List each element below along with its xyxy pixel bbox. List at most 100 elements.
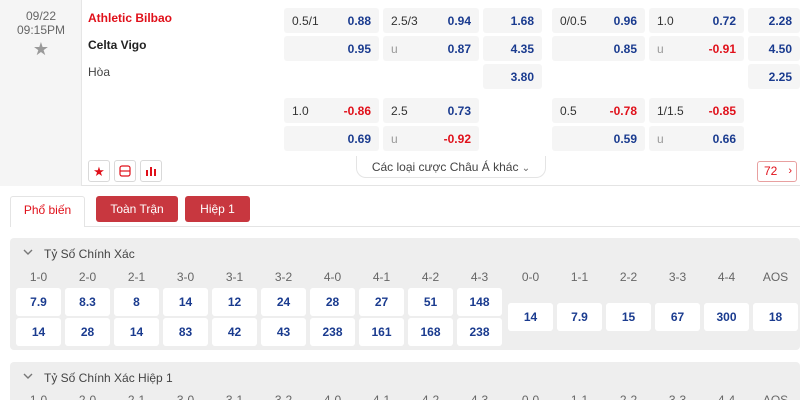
score-label: 3-2 bbox=[274, 393, 293, 400]
ht-handicap-away-cell[interactable]: 0.85 bbox=[552, 36, 645, 61]
odds-value: 2.28 bbox=[768, 14, 792, 28]
ft-handicap2-home-cell[interactable]: 1.0 -0.86 bbox=[284, 98, 379, 123]
score-odds-cell[interactable]: 8.3 bbox=[65, 288, 110, 316]
ht-over2-cell[interactable]: 1/1.5 -0.85 bbox=[649, 98, 744, 123]
ft-1x2-home-cell[interactable]: 1.68 bbox=[483, 8, 542, 33]
score-odds-cell[interactable]: 168 bbox=[408, 318, 453, 346]
score-label: 4-2 bbox=[421, 270, 440, 284]
score-label: 4-3 bbox=[470, 270, 489, 284]
odds-value: -0.78 bbox=[609, 104, 637, 118]
ft-under-cell[interactable]: u 0.87 bbox=[383, 36, 479, 61]
score-odds-cell[interactable]: 7.9 bbox=[557, 303, 602, 331]
ht-under-cell[interactable]: u -0.91 bbox=[649, 36, 744, 61]
score-odds-cell[interactable]: 24 bbox=[261, 288, 306, 316]
ft-1x2-away-cell[interactable]: 4.35 bbox=[483, 36, 542, 61]
score-label: 3-2 bbox=[274, 270, 293, 284]
score-label: 1-0 bbox=[29, 393, 48, 400]
score-label: 3-3 bbox=[668, 270, 687, 284]
score-odds-cell[interactable]: 238 bbox=[310, 318, 355, 346]
section-header[interactable]: Tỷ Số Chính Xác Hiệp 1 bbox=[10, 362, 800, 392]
odds-value: 0.72 bbox=[712, 14, 736, 28]
ft-handicap2-away-cell[interactable]: 0.69 bbox=[284, 126, 379, 151]
odds-value: 0.73 bbox=[447, 104, 471, 118]
odds-value: -0.92 bbox=[443, 132, 471, 146]
ft-1x2-draw-cell[interactable]: 3.80 bbox=[483, 64, 542, 89]
ft-handicap-away-cell[interactable]: 0.95 bbox=[284, 36, 379, 61]
more-asian-bets-toggle[interactable]: Các loại cược Châu Á khác ⌄ bbox=[356, 156, 546, 178]
score-odds-cell[interactable]: 83 bbox=[163, 318, 208, 346]
score-odds-cell[interactable]: 18 bbox=[753, 303, 798, 331]
score-odds-cell[interactable]: 27 bbox=[359, 288, 404, 316]
ht-1x2-home-cell[interactable]: 2.28 bbox=[748, 8, 800, 33]
score-odds-cell[interactable]: 67 bbox=[655, 303, 700, 331]
score-odds-cell[interactable]: 43 bbox=[261, 318, 306, 346]
count-label: 72 bbox=[764, 164, 778, 178]
chevron-down-icon: ⌄ bbox=[521, 163, 531, 174]
tab-popular[interactable]: Phổ biến bbox=[10, 196, 85, 227]
ht-handicap2-away-cell[interactable]: 0.59 bbox=[552, 126, 645, 151]
odds-value: 3.80 bbox=[510, 70, 534, 84]
score-odds-cell[interactable]: 14 bbox=[114, 318, 159, 346]
odds-value: 0.66 bbox=[712, 132, 736, 146]
score-odds-cell[interactable]: 161 bbox=[359, 318, 404, 346]
score-odds-cell[interactable]: 15 bbox=[606, 303, 651, 331]
under-label: u bbox=[391, 132, 398, 146]
ht-handicap2-home-cell[interactable]: 0.5 -0.78 bbox=[552, 98, 645, 123]
score-label: 3-3 bbox=[668, 393, 687, 400]
score-odds-cell[interactable]: 14 bbox=[16, 318, 61, 346]
favorite-star-icon[interactable]: ★ bbox=[32, 40, 50, 58]
favorite-icon-button[interactable]: ★ bbox=[88, 160, 110, 182]
score-label: 2-2 bbox=[619, 270, 638, 284]
home-team: Athletic Bilbao bbox=[88, 11, 173, 25]
score-odds-cell[interactable]: 42 bbox=[212, 318, 257, 346]
section-header[interactable]: Tỷ Số Chính Xác bbox=[10, 238, 800, 268]
odds-value: 1.68 bbox=[510, 14, 534, 28]
score-odds-cell[interactable]: 28 bbox=[310, 288, 355, 316]
score-odds-cell[interactable]: 300 bbox=[704, 303, 749, 331]
tabs-divider bbox=[10, 226, 800, 227]
score-odds-cell[interactable]: 7.9 bbox=[16, 288, 61, 316]
ht-under2-cell[interactable]: u 0.66 bbox=[649, 126, 744, 151]
score-odds-cell[interactable]: 14 bbox=[508, 303, 553, 331]
score-label: 2-0 bbox=[78, 393, 97, 400]
score-odds-cell[interactable]: 8 bbox=[114, 288, 159, 316]
score-label: 2-2 bbox=[619, 393, 638, 400]
ou-line: 1/1.5 bbox=[657, 104, 684, 118]
score-label: 4-4 bbox=[717, 270, 736, 284]
ft-handicap-home-cell[interactable]: 0.5/1 0.88 bbox=[284, 8, 379, 33]
ft-under2-cell[interactable]: u -0.92 bbox=[383, 126, 479, 151]
score-odds-cell[interactable]: 148 bbox=[457, 288, 502, 316]
ht-1x2-draw-cell[interactable]: 2.25 bbox=[748, 64, 800, 89]
score-label: AOS bbox=[762, 270, 789, 284]
ft-over-cell[interactable]: 2.5/3 0.94 bbox=[383, 8, 479, 33]
score-odds-cell[interactable]: 238 bbox=[457, 318, 502, 346]
score-label: 4-4 bbox=[717, 393, 736, 400]
away-team: Celta Vigo bbox=[88, 38, 147, 52]
tracker-icon bbox=[119, 165, 131, 177]
tab-first-half[interactable]: Hiệp 1 bbox=[185, 196, 250, 222]
ou-line: 1.0 bbox=[657, 14, 674, 28]
odds-value: 0.95 bbox=[347, 42, 371, 56]
score-odds-cell[interactable]: 51 bbox=[408, 288, 453, 316]
live-tracker-button[interactable] bbox=[114, 160, 136, 182]
handicap-line: 0/0.5 bbox=[560, 14, 587, 28]
score-odds-cell[interactable]: 14 bbox=[163, 288, 208, 316]
ft-over2-cell[interactable]: 2.5 0.73 bbox=[383, 98, 479, 123]
chevron-down-icon bbox=[23, 373, 33, 379]
ht-handicap-home-cell[interactable]: 0/0.5 0.96 bbox=[552, 8, 645, 33]
chevron-right-icon: › bbox=[788, 165, 792, 177]
odds-value: 2.25 bbox=[768, 70, 792, 84]
score-odds-cell[interactable]: 28 bbox=[65, 318, 110, 346]
score-label: 0-0 bbox=[521, 393, 540, 400]
score-odds-cell[interactable]: 12 bbox=[212, 288, 257, 316]
score-label: 3-0 bbox=[176, 393, 195, 400]
stats-button[interactable] bbox=[140, 160, 162, 182]
score-label: 4-0 bbox=[323, 393, 342, 400]
ht-1x2-away-cell[interactable]: 4.50 bbox=[748, 36, 800, 61]
odds-value: 0.96 bbox=[613, 14, 637, 28]
more-markets-count[interactable]: 72 › bbox=[757, 161, 797, 182]
ht-over-cell[interactable]: 1.0 0.72 bbox=[649, 8, 744, 33]
tab-full-match[interactable]: Toàn Trận bbox=[96, 196, 178, 222]
score-label: 2-1 bbox=[127, 270, 146, 284]
score-label: 4-0 bbox=[323, 270, 342, 284]
